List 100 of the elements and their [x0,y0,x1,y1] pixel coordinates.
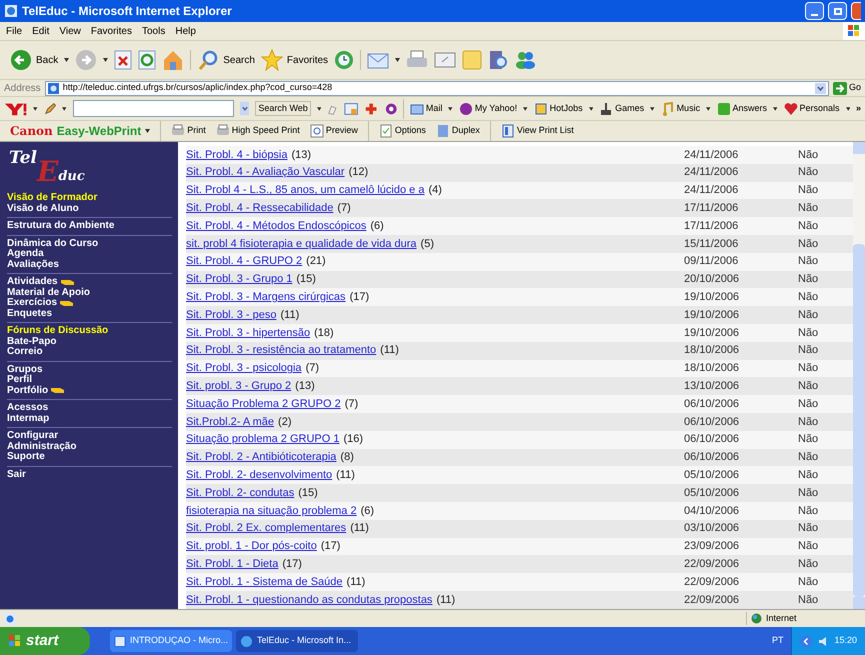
nav-link[interactable]: Perfil [7,375,32,386]
caret-icon[interactable] [145,129,150,133]
toolbar-button[interactable]: Personals [784,102,840,116]
caret-icon[interactable] [316,106,322,110]
back-button[interactable]: Back [10,49,58,71]
forum-link[interactable]: Sit. Probl. 1 - Sistema de Saúde [186,574,343,590]
forum-link[interactable]: Situação Problema 2 GRUPO 2 [186,396,341,412]
search-field[interactable] [72,100,234,117]
caret-icon[interactable] [448,106,453,110]
toolbar-button[interactable]: High Speed Print [216,124,300,138]
forum-link[interactable]: Sit. Probl. 1 - Dieta [186,556,278,572]
forum-link[interactable]: Sit. Probl. 2 Ex. complementares [186,520,346,537]
forum-link[interactable]: Sit. Probl. 3 - hipertensão [186,324,310,342]
forum-link[interactable]: Sit. probl. 1 - Dor pós-coito [186,538,317,555]
close-button[interactable] [851,2,861,20]
forum-link[interactable]: Sit. Probl. 1 - questionando as condutas propostas [186,592,432,608]
forum-link[interactable]: Sit. probl. 3 - Grupo 2 [186,378,292,394]
forum-link[interactable]: Sit. Probl. 4 - biópsia [186,146,288,164]
stop-icon[interactable] [114,50,132,70]
forum-link[interactable]: sit. probl 4 fisioterapia e qualidade de vida dura [186,236,417,252]
toolbar-button[interactable]: Preview [310,124,358,138]
forum-link[interactable]: Sit. Probl. 4 - Métodos Endoscópicos [186,218,366,234]
toolbar-button[interactable]: Music [660,102,700,116]
caret-icon[interactable] [706,106,711,110]
forum-link[interactable]: Sit. Probl 4 - L.S., 85 anos, um camelô lúcido e a [186,182,424,199]
pencil-icon[interactable] [44,102,56,116]
nav-link[interactable]: Correio [7,347,43,358]
forum-link[interactable]: Sit. Probl. 4 - Ressecabilidade [186,200,334,217]
taskbar-button[interactable]: TelEduc - Microsoft In... [236,630,358,652]
menu-item[interactable]: Help [175,24,196,38]
caret-icon[interactable] [588,106,594,110]
toolbar-button[interactable]: Mail [410,102,442,116]
toolbar-button[interactable]: Duplex [436,124,480,138]
nav-link[interactable]: Suporte [7,452,45,462]
language-indicator[interactable]: PT [772,634,784,648]
start-button[interactable]: start [0,627,90,655]
dropdown-icon[interactable] [814,82,826,94]
nav-link[interactable]: Avaliações [7,260,59,270]
nav-link[interactable]: Exercícios [7,298,58,308]
forum-link[interactable]: Sit. Probl. 3 - psicologia [186,360,302,377]
caret-icon[interactable] [846,106,850,110]
menu-item[interactable]: View [59,24,81,38]
search-button[interactable]: Search [197,49,255,71]
caret-icon[interactable] [523,106,528,110]
home-icon[interactable] [162,49,184,71]
caret-icon[interactable] [395,58,400,62]
forum-link[interactable]: Sit. Probl. 2- desenvolvimento [186,466,332,484]
yahoo-logo-icon[interactable] [4,100,28,116]
more-button[interactable]: » [856,102,862,116]
dropdown-icon[interactable] [240,101,250,116]
forum-link[interactable]: Sit. Probl. 2- condutas [186,484,294,502]
menu-item[interactable]: Edit [32,24,50,38]
forum-link[interactable]: Sit. Probl. 3 - resistência ao tratamento [186,342,376,359]
favorites-button[interactable]: Favorites [260,49,328,71]
minimize-button[interactable] [805,2,824,20]
nav-link[interactable]: Estrutura do Ambiente [7,221,114,232]
nav-link[interactable]: Bate-Papo [7,336,56,347]
toolbar-button[interactable]: Answers [716,102,768,116]
forum-link[interactable]: Situação problema 2 GRUPO 1 [186,431,340,448]
forum-link[interactable]: Sit. Probl. 2 - Antibióticoterapia [186,449,336,466]
nav-link[interactable]: Visão de Aluno [7,204,79,214]
nav-link[interactable]: Agenda [7,249,44,260]
forum-link[interactable]: Sit.Probl.2- A mãe [186,414,274,430]
nav-link[interactable]: Enquetes [7,308,52,319]
toolbar-button[interactable]: HotJobs [534,102,583,116]
menu-item[interactable]: Tools [142,24,166,38]
go-button[interactable]: Go [832,81,861,95]
nav-link[interactable]: Dinâmica do Curso [7,238,98,249]
forum-link[interactable]: Sit. Probl. 3 - Margens cirúrgicas [186,289,346,306]
toolbar-button[interactable]: Print [171,124,206,138]
toolbar-button[interactable]: Options [378,124,426,138]
caret-icon[interactable] [103,58,108,62]
printer-icon[interactable] [406,50,428,70]
restore-button[interactable] [828,2,847,20]
scrollbar[interactable] [853,142,865,609]
forum-link[interactable]: Sit. Probl. 4 - Avaliação Vascular [186,164,345,181]
history-icon[interactable] [334,50,354,70]
nav-link[interactable]: Acessos [7,403,48,414]
search-web-button[interactable]: Search Web [255,100,311,116]
nav-link[interactable]: Sair [7,470,26,480]
nav-link[interactable]: Fóruns de Discussão [7,326,108,336]
messenger-icon[interactable] [514,50,536,70]
forum-link[interactable]: fisioterapia na situação problema 2 [186,502,357,520]
nav-link[interactable]: Material de Apoio [7,288,90,298]
address-field[interactable]: http://teleduc.cinted.ufrgs.br/cursos/aplic/index.php?cod_curso=428 [44,80,829,96]
nav-link[interactable]: Configurar [7,431,58,442]
nav-link[interactable]: Intermap [7,414,50,424]
forum-link[interactable]: Sit. Probl. 4 - GRUPO 2 [186,253,302,270]
caret-icon[interactable] [62,106,67,110]
toolbar-button[interactable]: Games [599,102,644,116]
taskbar-button[interactable]: INTRODUÇAO - Micro... [110,630,232,652]
caret-icon[interactable] [33,106,38,110]
nav-link[interactable]: Grupos [7,364,43,375]
caret-icon[interactable] [773,106,778,110]
menu-item[interactable]: Favorites [90,24,132,38]
nav-link[interactable]: Visão de Formador [7,193,98,204]
toolbar-button[interactable]: View Print List [500,124,574,138]
caret-icon[interactable] [64,58,70,62]
nav-link[interactable]: Atividades [7,277,58,288]
nav-link[interactable]: Portfólio [7,386,48,396]
